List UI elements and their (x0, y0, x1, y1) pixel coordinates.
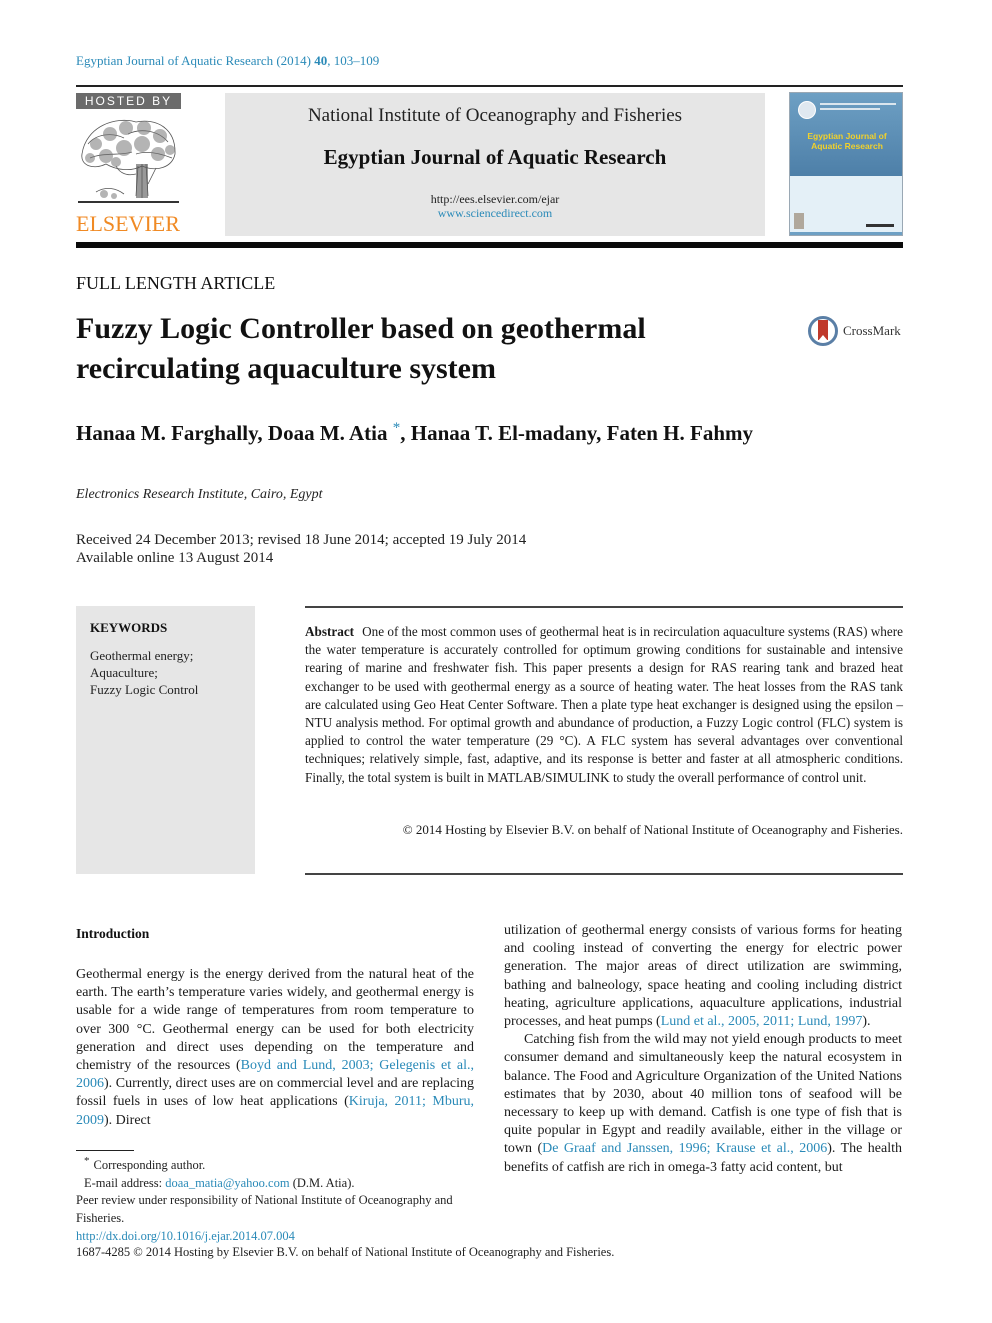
cover-brand-mark (866, 224, 894, 227)
footnotes: * Corresponding author. E-mail address: d… (76, 1153, 476, 1227)
abstract-top-rule (305, 606, 903, 608)
sciencedirect-link[interactable]: www.sciencedirect.com (225, 206, 765, 221)
keyword-item: Fuzzy Logic Control (90, 682, 199, 697)
abstract-copyright: © 2014 Hosting by Elsevier B.V. on behal… (402, 822, 903, 837)
header-top-rule (76, 85, 903, 87)
cover-title: Egyptian Journal of Aquatic Research (807, 131, 887, 151)
cover-institute-line (820, 108, 880, 110)
journal-url[interactable]: http://ees.elsevier.com/ejar (225, 192, 765, 207)
elsevier-tree-logo-icon (78, 119, 179, 203)
footnote-rule (76, 1150, 134, 1151)
cover-institute-line (820, 103, 896, 105)
journal-name: Egyptian Journal of Aquatic Research (323, 145, 667, 169)
article-type: FULL LENGTH ARTICLE (76, 273, 276, 293)
paragraph-text: Catching fish from the wild may not yiel… (504, 1032, 902, 1157)
keywords-list: Geothermal energy; Aquaculture; Fuzzy Lo… (90, 647, 198, 698)
elsevier-wordmark: ELSEVIER (76, 211, 180, 236)
institute-seal-icon (798, 101, 816, 119)
reference-link[interactable]: Lund et al., 2005, 2011; Lund, 1997 (661, 1014, 863, 1029)
crossmark-label: CrossMark (843, 323, 901, 338)
author-list: Hanaa M. Farghally, Doaa M. Atia *, Hana… (76, 420, 753, 446)
abstract-bottom-rule (305, 873, 903, 875)
paragraph: utilization of geothermal energy consist… (504, 922, 902, 1031)
paragraph: Geothermal energy is the energy derived … (76, 966, 474, 1130)
crossmark-icon (808, 316, 838, 346)
journal-cover-thumbnail: Egyptian Journal of Aquatic Research (789, 92, 903, 236)
article-title: Fuzzy Logic Controller based on geotherm… (76, 312, 646, 385)
cover-elsevier-icon (794, 213, 804, 229)
corresponding-author-note: * Corresponding author. (76, 1153, 476, 1175)
section-heading-introduction: Introduction (76, 926, 150, 941)
email-link[interactable]: doaa_matia@yahoo.com (165, 1176, 289, 1190)
citation-volume: 40 (314, 53, 328, 68)
peer-review-note: Peer review under responsibility of Nati… (76, 1193, 453, 1225)
institute-name: National Institute of Oceanography and F… (307, 105, 683, 126)
authors-first: Hanaa M. Farghally, Doaa M. Atia (76, 421, 393, 445)
paragraph-text: ). (862, 1014, 871, 1030)
keyword-item: Geothermal energy; (90, 648, 194, 663)
email-suffix: (D.M. Atia). (289, 1175, 355, 1190)
abstract: Abstract One of the most common uses of g… (305, 623, 903, 787)
email-note: E-mail address: doaa_matia@yahoo.com (D.… (76, 1175, 476, 1193)
issn-copyright: 1687-4285 © 2014 Hosting by Elsevier B.V… (76, 1245, 615, 1259)
abstract-text: One of the most common uses of geotherma… (305, 624, 903, 785)
article-history: Received 24 December 2013; revised 18 Ju… (76, 532, 527, 548)
header-thick-rule (76, 242, 903, 248)
authors-rest: , Hanaa T. El-madany, Faten H. Fahmy (400, 421, 754, 445)
email-label: E-mail address: (84, 1175, 166, 1190)
keyword-item: Aquaculture; (90, 665, 158, 680)
journal-citation[interactable]: Egyptian Journal of Aquatic Research (20… (76, 53, 379, 69)
available-online-date: Available online 13 August 2014 (76, 550, 274, 566)
crossmark-button[interactable]: CrossMark (808, 316, 901, 346)
body-column-left: Geothermal energy is the energy derived … (76, 966, 474, 1130)
citation-pages: , 103–109 (327, 53, 380, 68)
cover-bottom-strip (790, 232, 902, 235)
abstract-heading: Abstract (305, 624, 355, 639)
doi-link[interactable]: http://dx.doi.org/10.1016/j.ejar.2014.07… (76, 1229, 295, 1244)
footnote-star: * (84, 1155, 90, 1167)
hosted-by-label: HOSTED BY (76, 93, 181, 109)
affiliation: Electronics Research Institute, Cairo, E… (76, 487, 323, 502)
keywords-heading: KEYWORDS (90, 620, 168, 635)
body-column-right: utilization of geothermal energy consist… (504, 922, 902, 1177)
cover-bottom-panel (790, 176, 902, 235)
reference-link[interactable]: De Graaf and Janssen, 1996; Krause et al… (542, 1141, 827, 1156)
paragraph-text: ). Direct (104, 1112, 151, 1128)
citation-journal: Egyptian Journal of Aquatic Research (20… (76, 53, 312, 68)
footnote-text: Corresponding author. (93, 1158, 206, 1173)
paragraph: Catching fish from the wild may not yiel… (504, 1031, 902, 1177)
